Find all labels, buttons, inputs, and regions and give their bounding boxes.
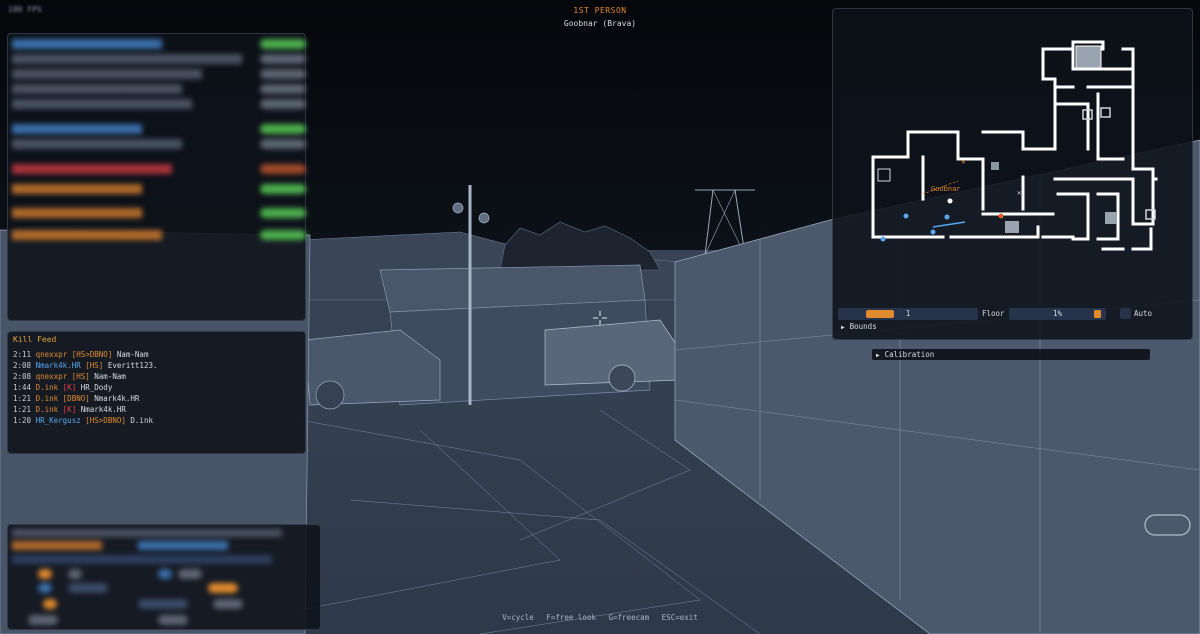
kill-feed-row: 1:44 D.ink [K] HR_Dody (13, 383, 112, 392)
auto-label: Auto (1134, 309, 1153, 318)
redacted-player-list (8, 34, 306, 320)
kill-tag: [K] (62, 383, 77, 392)
kill-tag: [K] (62, 405, 77, 414)
expand-arrow-icon: ▶ (841, 324, 845, 331)
victim-name: Nmark4k.HR (80, 405, 126, 414)
kill-tag: [HS>DBNO] (85, 416, 126, 425)
svg-text:✕: ✕ (1017, 189, 1021, 197)
floor-label: Floor (982, 309, 1005, 318)
player-list-panel (7, 33, 306, 321)
kill-time: 1:20 (13, 416, 32, 425)
kill-feed-row: 2:08 Nmark4k.HR [HS] Everitt123. (13, 361, 158, 370)
kill-time: 1:21 (13, 405, 32, 414)
crosshair-icon (593, 311, 607, 325)
kill-feed-row: 1:21 D.ink [DBNO] Nmark4k.HR (13, 394, 139, 403)
expand-arrow-icon: ▶ (876, 352, 880, 359)
kill-feed-row: 2:11 qnexxpr [HS>DBNO] Nam-Nam (13, 350, 148, 359)
kill-tag: [DBNO] (62, 394, 90, 403)
killer-name: HR_Kergusz (35, 416, 81, 425)
killer-name: Nmark4k.HR (35, 361, 81, 370)
hint-free-look: F=free look (546, 613, 596, 622)
svg-text:✕: ✕ (961, 157, 966, 166)
kill-tag: [HS] (85, 361, 104, 370)
victim-name: Nmark4k.HR (94, 394, 140, 403)
kill-feed-row: 2:08 qnexxpr [HS] Nam-Nam (13, 372, 126, 381)
victim-name: Nam-Nam (94, 372, 126, 381)
minimap-floorplan[interactable]: ✕ ✕ Goobnar (833, 9, 1194, 304)
floor-value: 1 (905, 309, 911, 318)
kill-feed-row: 1:20 HR_Kergusz [HS>DBNO] D.ink (13, 416, 153, 425)
killer-name: D.ink (35, 405, 59, 414)
hint-exit: ESC=exit (661, 613, 698, 622)
victim-name: Everitt123. (107, 361, 158, 370)
kill-time: 1:44 (13, 383, 32, 392)
kill-feed-title: Kill Feed (13, 335, 57, 344)
kill-time: 2:08 (13, 361, 32, 370)
calibration-toggle[interactable]: ▶ Calibration (872, 349, 1150, 360)
kill-tag: [HS>DBNO] (71, 350, 113, 359)
bounds-toggle[interactable]: ▶ Bounds (841, 322, 877, 331)
kill-tag: [HS] (71, 372, 90, 381)
bounds-label: Bounds (849, 322, 877, 331)
killer-name: D.ink (35, 394, 59, 403)
keybind-hints: V=cycle F=free look G=freecam ESC=exit (0, 613, 1200, 622)
kill-feed-panel: Kill Feed 2:11 qnexxpr [HS>DBNO] Nam-Nam… (7, 331, 306, 454)
kill-time: 2:11 (13, 350, 32, 359)
calibration-label: Calibration (884, 350, 935, 359)
hint-freecam: G=freecam (608, 613, 650, 622)
kill-feed-row: 1:21 D.ink [K] Nmark4k.HR (13, 405, 126, 414)
killer-name: qnexxpr (35, 372, 68, 381)
kill-time: 2:08 (13, 372, 32, 381)
floor-slider[interactable]: 1 (838, 308, 978, 320)
auto-checkbox[interactable] (1120, 308, 1131, 319)
killer-name: qnexxpr (35, 350, 68, 359)
zoom-slider[interactable]: 1% (1009, 308, 1106, 320)
victim-name: Nam-Nam (116, 350, 149, 359)
hint-cycle: V=cycle (502, 613, 534, 622)
minimap-panel[interactable]: ✕ ✕ Goobnar 1 Floor 1% Auto ▶ Bounds (832, 8, 1193, 340)
killer-name: D.ink (35, 383, 59, 392)
zoom-value: 1% (1052, 309, 1063, 318)
kill-time: 1:21 (13, 394, 32, 403)
victim-name: D.ink (130, 416, 153, 425)
victim-name: HR_Dody (80, 383, 113, 392)
